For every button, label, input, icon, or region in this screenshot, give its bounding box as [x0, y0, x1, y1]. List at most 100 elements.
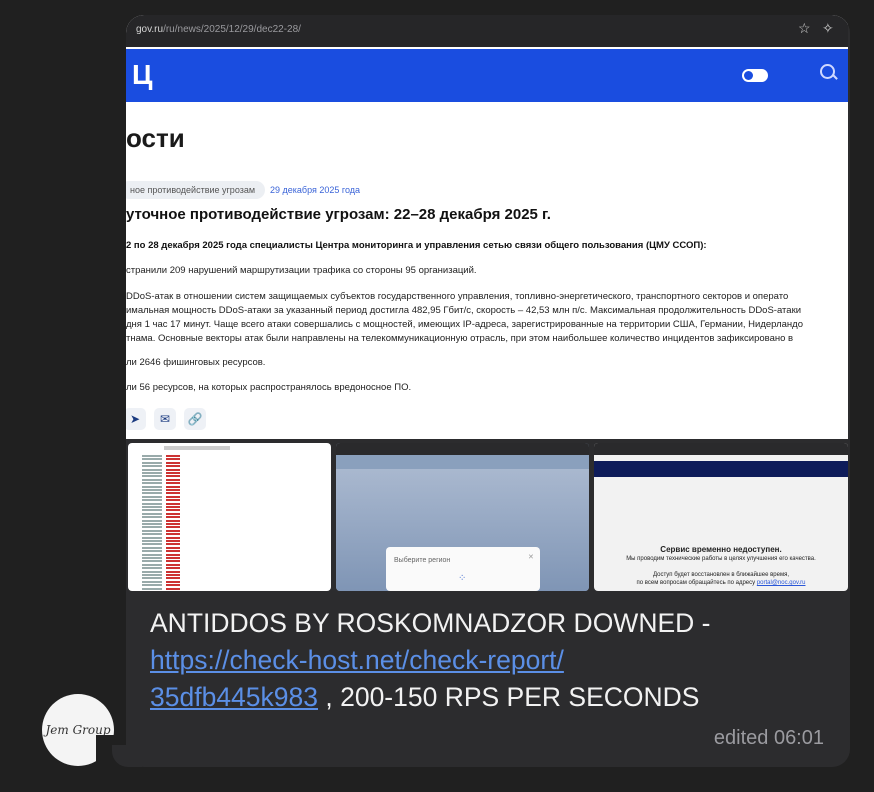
thumb-table-row	[142, 574, 162, 576]
thumb-table-row	[142, 502, 162, 505]
edited-timestamp: edited 06:01	[713, 727, 824, 749]
article-lead: 2 по 28 декабря 2025 года специалисты Це…	[126, 240, 707, 251]
thumb-table-row	[142, 567, 162, 570]
thumb-table-cell	[166, 461, 180, 464]
thumb-table-row	[142, 455, 162, 457]
thumb-table-cell	[166, 455, 180, 457]
thumb-table-cell	[166, 482, 180, 485]
thumb-table-cell	[166, 478, 180, 481]
region-modal: Выберите регион ✕ ⁘	[386, 547, 540, 591]
thumb-table-row	[142, 529, 162, 532]
thumbnail-outage-screenshot[interactable]: Сервис временно недоступен. Мы проводим …	[594, 443, 848, 591]
thumb-table-row	[142, 506, 162, 508]
thumb-table-row	[142, 519, 162, 522]
article-paragraph-2-line-1: DDoS-атак в отношении систем защищаемых …	[126, 291, 789, 302]
sparkle-icon: ✧	[822, 20, 834, 36]
thumb-table-row	[142, 580, 162, 583]
thumb-table-cell	[166, 546, 180, 549]
article-date: 29 декабря 2025 года	[270, 185, 361, 195]
thumb-table-row	[142, 550, 162, 553]
thumb-table-row	[142, 516, 162, 519]
outage-email-link[interactable]: portal@noc.gov.ru	[757, 580, 806, 586]
mail-share-icon: ✉	[154, 408, 176, 430]
search-icon	[820, 64, 835, 79]
outage-line-1: Мы проводим технические работы в целях у…	[626, 556, 816, 562]
thumb-table-cell	[166, 536, 180, 539]
thumb-table-row	[142, 465, 162, 468]
link-share-icon: 🔗	[184, 408, 206, 430]
thumb-table-row	[142, 553, 162, 556]
article-title: уточное противодействие угрозам: 22–28 д…	[126, 206, 551, 223]
article-paragraph-3: ли 2646 фишинговых ресурсов.	[126, 357, 266, 368]
section-title: ости	[126, 123, 185, 153]
thumb-table-row	[142, 499, 162, 502]
thumb-table-row	[142, 489, 162, 491]
outage-title: Сервис временно недоступен.	[660, 545, 782, 554]
thumb-table-cell	[166, 567, 180, 570]
article-paragraph-1: странили 209 нарушений маршрутизации тра…	[126, 265, 477, 276]
thumb-table-row	[142, 557, 162, 559]
thumb-table-row	[142, 492, 162, 495]
outage-line-3: по всем вопросам обращайтесь по адресу p…	[636, 580, 806, 586]
thumb-table-cell	[166, 499, 180, 502]
thumb-table-row	[142, 461, 162, 464]
thumb-table-cell	[166, 577, 180, 580]
close-icon: ✕	[528, 554, 534, 561]
article-paragraph-4: ли 56 ресурсов, на которых распространял…	[126, 382, 412, 393]
thumb-table-row	[142, 509, 162, 512]
thumb-table-row	[142, 482, 162, 485]
telegram-share-icon: ➤	[126, 408, 146, 430]
region-modal-title: Выберите регион	[394, 557, 451, 564]
message-text-before: ANTIDDOS BY ROSKOMNADZOR DOWNED -	[150, 608, 711, 638]
browser-url-bar: gov.ru/ru/news/2025/12/29/dec22-28/ ☆ ✧	[126, 15, 848, 47]
thumb-table-row	[142, 458, 162, 461]
thumb-table-row	[142, 587, 162, 590]
thumb-table-cell	[166, 465, 180, 468]
thumb-table-row	[142, 563, 162, 566]
main-screenshot[interactable]: gov.ru/ru/news/2025/12/29/dec22-28/ ☆ ✧ …	[126, 15, 848, 439]
thumb-table-cell	[166, 540, 180, 542]
thumb-table-cell	[166, 526, 180, 529]
spinner-icon: ⁘	[458, 573, 467, 584]
thumb-table-cell	[166, 553, 180, 556]
thumb-table-cell	[166, 509, 180, 512]
thumb-table-row	[142, 485, 162, 488]
thumb-table-cell	[166, 492, 180, 495]
message-text: ANTIDDOS BY ROSKOMNADZOR DOWNED - https:…	[150, 605, 830, 716]
thumb-table-row	[142, 540, 162, 542]
thumb-table-cell	[166, 560, 180, 563]
thumb-table-cell	[166, 563, 180, 566]
thumb-table-row	[142, 472, 162, 474]
thumb-table-cell	[166, 529, 180, 532]
thumbnail-region-screenshot[interactable]: Выберите регион ✕ ⁘	[336, 443, 589, 591]
thumb-table-cell	[166, 519, 180, 522]
thumb-table-cell	[166, 468, 180, 471]
article-paragraph-2-line-4: тнама. Основные векторы атак были направ…	[126, 333, 794, 344]
thumb-table-row	[142, 523, 162, 525]
site-header: Ц	[126, 49, 848, 102]
thumb-table-row	[142, 512, 162, 515]
thumb-table-cell	[166, 502, 180, 505]
thumb-table-row	[142, 475, 162, 478]
thumb-table-cell	[166, 475, 180, 478]
thumb-table-cell	[166, 587, 180, 590]
thumbnail-table-screenshot[interactable]	[128, 443, 331, 591]
message-text-after: , 200-150 RPS PER SECONDS	[318, 682, 700, 712]
thumb-table-row	[142, 495, 162, 498]
thumb-table-row	[142, 533, 162, 536]
message-bubble: gov.ru/ru/news/2025/12/29/dec22-28/ ☆ ✧ …	[126, 15, 850, 767]
outage-line-2: Доступ будет восстановлен в ближайшее вр…	[653, 572, 789, 578]
thumb-table-cell	[166, 580, 180, 583]
thumb-table-cell	[166, 557, 180, 559]
article-tag: ное противодействие угрозам	[126, 181, 266, 199]
thumb-table-cell	[166, 533, 180, 536]
thumb-table-cell	[166, 495, 180, 498]
thumb-table-cell	[166, 485, 180, 488]
thumb-table-row	[142, 570, 162, 573]
thumb-header	[164, 446, 230, 450]
thumb-site-header	[594, 461, 848, 477]
thumb-table-cell	[166, 458, 180, 461]
star-icon: ☆	[798, 20, 811, 36]
thumb-table-row	[142, 536, 162, 539]
theme-toggle	[742, 69, 768, 82]
